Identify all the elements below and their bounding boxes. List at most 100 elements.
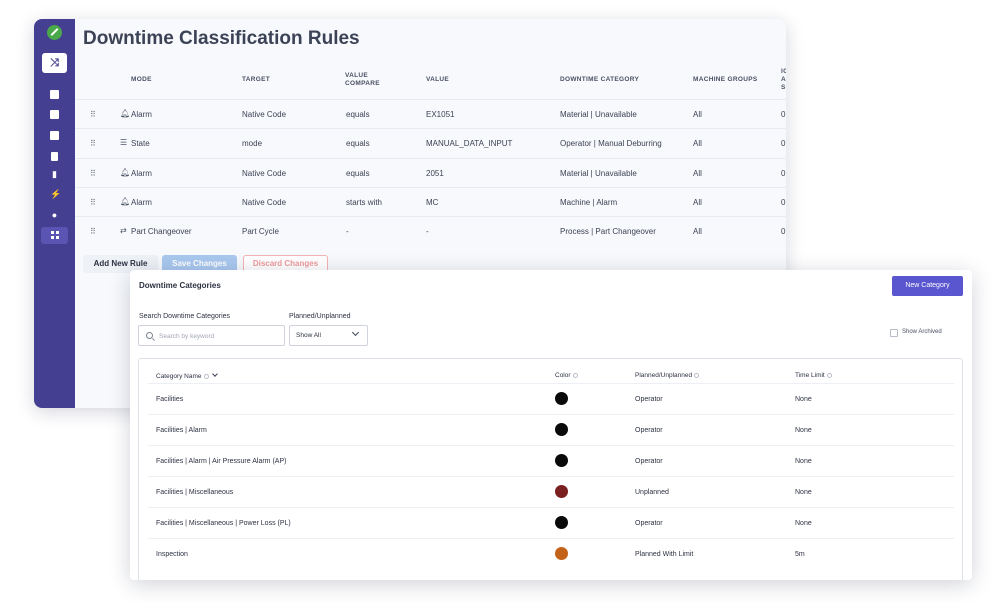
chevron-down-icon [351, 328, 360, 337]
rule-extra: 0 [781, 169, 786, 178]
col-machine-groups: MACHINE GROUPS [693, 76, 758, 83]
col-downtime-category: DOWNTIME CATEGORY [560, 76, 640, 83]
document-icon[interactable] [51, 152, 58, 161]
planned-label: Planned/Unplanned [289, 313, 351, 320]
rule-extra: 0 [781, 139, 786, 148]
category-name: Inspection [156, 551, 188, 558]
color-swatch [555, 485, 568, 498]
rule-groups: All [693, 139, 702, 148]
bar-chart-icon[interactable]: ▮ [50, 170, 59, 179]
color-swatch [555, 423, 568, 436]
col-category-name[interactable]: Category Name [156, 371, 218, 380]
category-planned: Operator [635, 396, 663, 403]
category-planned: Operator [635, 427, 663, 434]
categories-title: Downtime Categories [139, 281, 221, 290]
rule-row[interactable]: ⠿ 🔔︎ Alarm Native Code equals 2051 Mater… [75, 158, 786, 187]
rule-category: Process | Part Changeover [560, 227, 656, 236]
col-value-compare: VALUE COMPARE [345, 72, 380, 88]
rule-mode: Alarm [131, 169, 152, 178]
col-target: TARGET [242, 76, 271, 83]
col-category-name-label: Category Name [156, 373, 202, 380]
rule-compare: starts with [346, 198, 383, 207]
rule-category: Machine | Alarm [560, 198, 618, 207]
rule-row[interactable]: ⠿ 🔔︎ Alarm Native Code starts with MC Ma… [75, 187, 786, 216]
rule-mode: Part Changeover [131, 227, 192, 236]
category-limit: 5m [795, 551, 805, 558]
lightning-icon[interactable]: ⚡ [50, 190, 61, 199]
table-row[interactable]: Facilities | Alarm Operator None [148, 414, 954, 445]
drag-handle-icon[interactable]: ⠿ [90, 227, 96, 236]
col-time-limit-label: Time Limit [795, 372, 825, 379]
planned-select[interactable]: Show All [289, 325, 368, 346]
chevron-down-icon[interactable] [211, 371, 218, 377]
category-planned: Operator [635, 520, 663, 527]
rule-extra: 0 [781, 110, 786, 119]
page-title: Downtime Classification Rules [83, 28, 360, 49]
color-swatch [555, 392, 568, 405]
new-category-button[interactable]: New Category [892, 276, 963, 296]
factory-icon[interactable] [50, 90, 59, 99]
color-swatch [555, 547, 568, 560]
category-limit: None [795, 489, 812, 496]
list-icon: ☰ [120, 138, 128, 147]
table-row[interactable]: Facilities | Miscellaneous | Power Loss … [148, 507, 954, 538]
table-row[interactable]: Inspection Planned With Limit 5m [148, 538, 954, 569]
wrench-icon[interactable]: ● [50, 211, 59, 220]
table-row[interactable]: Facilities | Miscellaneous Unplanned Non… [148, 476, 954, 507]
rule-value: EX1051 [426, 110, 455, 119]
rule-row[interactable]: ⠿ 🔔︎ Alarm Native Code equals EX1051 Mat… [75, 99, 786, 128]
rule-value: MANUAL_DATA_INPUT [426, 139, 513, 148]
swap-icon: ⇄ [120, 226, 127, 235]
search-icon [146, 332, 153, 339]
category-limit: None [795, 520, 812, 527]
search-input[interactable] [159, 329, 279, 343]
rule-target: Part Cycle [242, 227, 279, 236]
category-name: Facilities | Alarm [156, 427, 207, 434]
col-planned-label: Planned/Unplanned [635, 372, 693, 379]
drag-handle-icon[interactable]: ⠿ [90, 139, 96, 148]
rule-value: MC [426, 198, 439, 207]
rule-mode: Alarm [131, 110, 152, 119]
table-row[interactable]: Facilities | Alarm | Air Pressure Alarm … [148, 445, 954, 476]
info-icon [694, 372, 700, 378]
category-limit: None [795, 427, 812, 434]
rule-category: Material | Unavailable [560, 110, 637, 119]
col-time-limit: Time Limit [795, 372, 832, 379]
show-archived-checkbox[interactable] [890, 329, 898, 337]
rule-value: 2051 [426, 169, 444, 178]
search-label: Search Downtime Categories [139, 313, 231, 320]
categories-table: Category Name Color Planned/Unplanned Ti… [138, 358, 963, 580]
bell-icon: 🔔︎ [120, 109, 131, 118]
search-box[interactable] [138, 325, 285, 346]
col-value: VALUE [426, 76, 450, 83]
drag-handle-icon[interactable]: ⠿ [90, 169, 96, 178]
table-row[interactable]: Facilities Operator None [148, 383, 954, 414]
category-planned: Unplanned [635, 489, 669, 496]
rule-category: Material | Unavailable [560, 169, 637, 178]
rule-target: Native Code [242, 110, 287, 119]
col-cut-off-line3: S [781, 84, 786, 91]
shuffle-icon[interactable]: ⤨ [42, 53, 67, 73]
rule-groups: All [693, 227, 702, 236]
rule-groups: All [693, 198, 702, 207]
rule-row[interactable]: ⠿ ☰ State mode equals MANUAL_DATA_INPUT … [75, 128, 786, 157]
category-name: Facilities | Alarm | Air Pressure Alarm … [156, 458, 287, 465]
rule-category: Operator | Manual Deburring [560, 139, 662, 148]
bell-icon: 🔔︎ [120, 168, 131, 177]
color-swatch [555, 516, 568, 529]
grid-icon[interactable] [51, 231, 59, 239]
planned-select-value: Show All [296, 332, 321, 339]
category-name: Facilities | Miscellaneous | Power Loss … [156, 520, 291, 527]
rule-value: - [426, 227, 429, 236]
calendar-icon[interactable] [50, 131, 59, 140]
rule-row[interactable]: ⠿ ⇄ Part Changeover Part Cycle - - Proce… [75, 216, 786, 245]
categories-window: Downtime Categories New Category Search … [130, 270, 972, 580]
category-name: Facilities | Miscellaneous [156, 489, 234, 496]
category-planned: Operator [635, 458, 663, 465]
drag-handle-icon[interactable]: ⠿ [90, 110, 96, 119]
rule-compare: equals [346, 169, 370, 178]
rule-groups: All [693, 169, 702, 178]
rule-target: Native Code [242, 198, 287, 207]
video-icon[interactable] [50, 110, 59, 119]
drag-handle-icon[interactable]: ⠿ [90, 198, 96, 207]
